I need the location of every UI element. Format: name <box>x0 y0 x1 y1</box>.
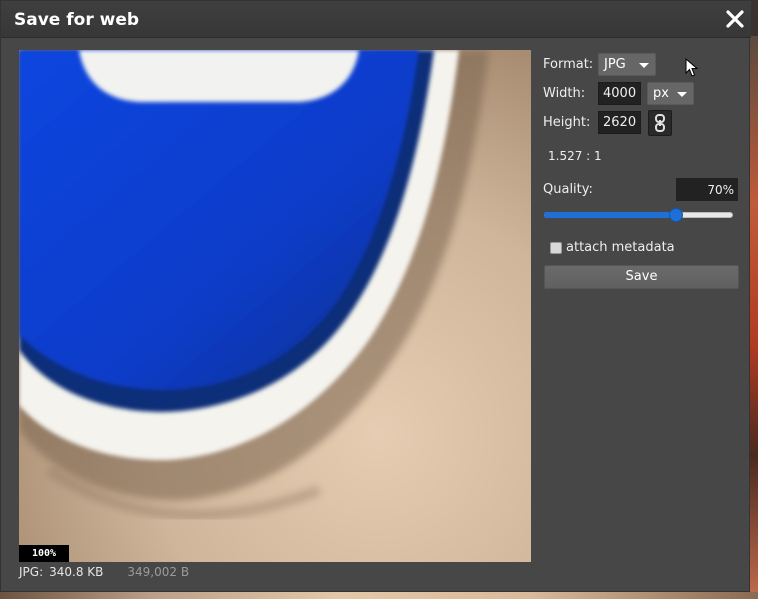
height-input[interactable]: 2620 <box>598 111 641 134</box>
format-select-value: JPG <box>604 57 626 72</box>
background-image-edge-bottom <box>0 592 758 599</box>
quality-label: Quality: <box>543 182 593 197</box>
format-label: Format: <box>543 57 594 72</box>
format-select[interactable]: JPG <box>598 53 656 76</box>
save-button[interactable]: Save <box>544 265 739 289</box>
aspect-ratio: 1.527 : 1 <box>548 149 602 163</box>
unit-select[interactable]: px <box>647 82 694 105</box>
file-size-bytes: 349,002 B <box>127 565 190 579</box>
attach-metadata-label: attach metadata <box>566 240 675 255</box>
height-label: Height: <box>543 115 591 130</box>
zoom-level-badge: 100% <box>19 545 69 562</box>
file-info: JPG: 340.8 KB 349,002 B <box>19 565 189 579</box>
mouse-cursor-icon <box>685 58 699 77</box>
dialog-title: Save for web <box>14 10 140 30</box>
quality-value-input[interactable]: 70% <box>676 178 738 201</box>
width-label: Width: <box>543 86 586 101</box>
attach-metadata-checkbox[interactable] <box>550 242 562 254</box>
chevron-down-icon <box>639 63 649 68</box>
close-icon[interactable] <box>723 7 747 31</box>
image-preview[interactable]: 100% <box>19 50 531 562</box>
file-size-kb: 340.8 KB <box>49 565 104 579</box>
save-for-web-dialog: Save for web 100% JPG: 340.8 KB 349,002 … <box>0 0 751 592</box>
file-format-label: JPG: <box>19 565 44 579</box>
quality-slider-thumb[interactable] <box>669 208 683 222</box>
unit-select-value: px <box>653 86 669 101</box>
chevron-down-icon <box>677 92 687 97</box>
quality-slider[interactable] <box>544 207 733 223</box>
chain-link-icon <box>655 114 665 132</box>
quality-slider-fill <box>544 212 676 218</box>
width-input[interactable]: 4000 <box>598 82 641 105</box>
background-image-edge-right <box>750 36 758 596</box>
preview-image <box>19 50 531 562</box>
aspect-lock-button[interactable] <box>648 110 672 136</box>
dialog-titlebar: Save for web <box>1 1 751 38</box>
